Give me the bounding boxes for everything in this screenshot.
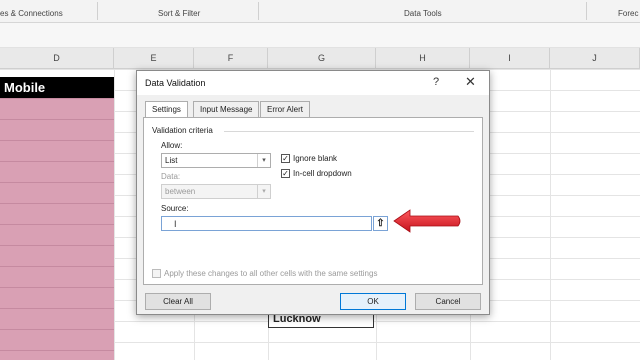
- help-icon[interactable]: ?: [433, 76, 439, 88]
- column-header-g[interactable]: G: [268, 48, 376, 68]
- red-arrow-annotation: [393, 209, 461, 233]
- clear-all-button[interactable]: Clear All: [145, 293, 211, 310]
- column-header-h[interactable]: H: [376, 48, 470, 68]
- apply-all-checkbox[interactable]: [152, 269, 161, 278]
- grid-line: [114, 69, 115, 360]
- chevron-down-icon: ▾: [257, 185, 270, 198]
- header-cell-mobile[interactable]: Mobile: [0, 77, 114, 98]
- dialog-titlebar[interactable]: Data Validation ? ✕: [137, 71, 489, 95]
- validation-criteria-label: Validation criteria: [152, 126, 213, 135]
- column-header-e[interactable]: E: [114, 48, 194, 68]
- data-label: Data:: [161, 172, 181, 181]
- ribbon-group-data-tools[interactable]: Data Tools: [404, 9, 442, 18]
- source-label: Source:: [161, 204, 189, 213]
- ribbon-group-forecast[interactable]: Forec: [618, 9, 638, 18]
- tab-settings[interactable]: Settings: [145, 101, 188, 118]
- data-dropdown: between ▾: [161, 184, 271, 199]
- in-cell-dropdown-checkbox[interactable]: ✓: [281, 169, 290, 178]
- cancel-button[interactable]: Cancel: [415, 293, 481, 310]
- column-header-d[interactable]: D: [0, 48, 114, 68]
- data-validation-dialog: Data Validation ? ✕ Settings Input Messa…: [136, 70, 490, 315]
- ribbon-group-sort-filter[interactable]: Sort & Filter: [158, 9, 200, 18]
- ribbon: es & Connections Sort & Filter Data Tool…: [0, 0, 640, 23]
- in-cell-dropdown-label[interactable]: In-cell dropdown: [293, 169, 352, 178]
- data-value: between: [165, 187, 196, 196]
- ribbon-separator: [97, 2, 98, 20]
- group-divider: [224, 131, 474, 132]
- tab-input-message[interactable]: Input Message: [193, 101, 260, 117]
- ribbon-separator: [586, 2, 587, 20]
- column-header-f[interactable]: F: [194, 48, 268, 68]
- ignore-blank-checkbox[interactable]: ✓: [281, 154, 290, 163]
- allow-label: Allow:: [161, 141, 183, 150]
- ribbon-separator: [258, 2, 259, 20]
- allow-dropdown[interactable]: List ▾: [161, 153, 271, 168]
- column-headers: D E F G H I J: [0, 48, 640, 69]
- column-header-j[interactable]: J: [550, 48, 640, 68]
- grid-line: [550, 69, 551, 360]
- apply-all-label[interactable]: Apply these changes to all other cells w…: [164, 269, 377, 278]
- text-cursor-icon: I: [174, 219, 177, 229]
- ignore-blank-label[interactable]: Ignore blank: [293, 154, 337, 163]
- chevron-down-icon: ▾: [257, 154, 270, 167]
- collapse-dialog-button[interactable]: ⇧: [373, 216, 388, 231]
- source-input[interactable]: I: [161, 216, 372, 231]
- formula-bar[interactable]: [0, 23, 640, 48]
- ribbon-group-connections[interactable]: es & Connections: [0, 9, 63, 18]
- ok-button[interactable]: OK: [340, 293, 406, 310]
- close-icon[interactable]: ✕: [465, 74, 476, 90]
- settings-panel: Validation criteria Allow: List ▾ ✓ Igno…: [143, 117, 483, 285]
- column-header-i[interactable]: I: [470, 48, 550, 68]
- dialog-title: Data Validation: [145, 78, 206, 88]
- allow-value: List: [165, 156, 178, 165]
- tab-error-alert[interactable]: Error Alert: [260, 101, 311, 117]
- highlighted-range-gridlines: [0, 98, 114, 360]
